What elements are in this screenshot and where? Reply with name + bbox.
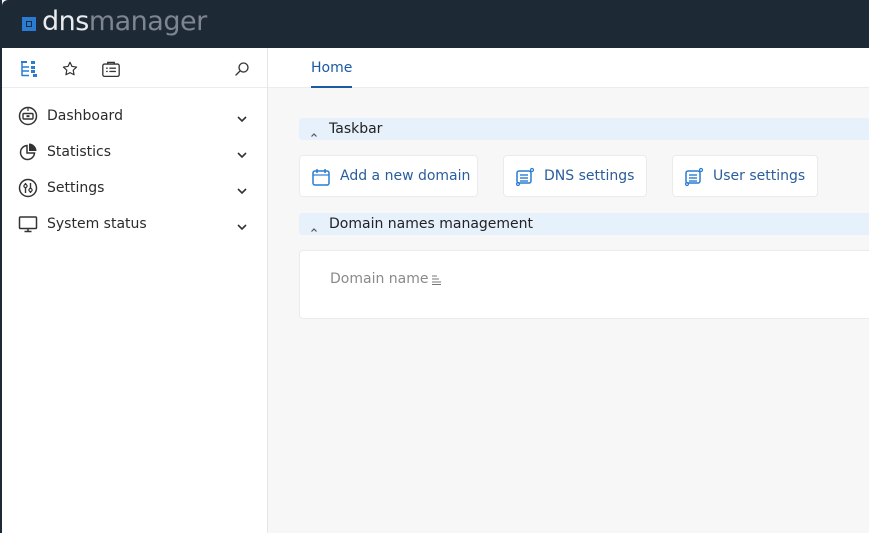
tree-icon[interactable] (19, 59, 39, 79)
chevron-down-icon[interactable] (236, 110, 248, 123)
sidebar-item-statistics[interactable]: Statistics (2, 134, 267, 170)
search-icon[interactable] (232, 59, 252, 79)
logo-text-manager: manager (88, 6, 207, 37)
chevron-down-icon[interactable] (236, 146, 248, 159)
star-icon[interactable] (60, 59, 80, 79)
dns-settings-button[interactable]: DNS settings (503, 155, 647, 197)
sidebar-item-settings[interactable]: Settings (2, 170, 267, 206)
logo[interactable]: dnsmanager (22, 6, 207, 37)
sidebar-item-label: Statistics (47, 144, 111, 160)
taskbar-section-header[interactable]: Taskbar (299, 118, 869, 140)
sort-icon[interactable] (431, 273, 442, 285)
sidebar-item-system-status[interactable]: System status (2, 206, 267, 242)
sidebar: Dashboard Statistics Settings System sta… (2, 48, 268, 533)
sidebar-item-label: Dashboard (47, 108, 123, 124)
column-header-domain-name[interactable]: Domain name (330, 271, 442, 287)
add-domain-button[interactable]: Add a new domain (299, 155, 478, 197)
tab-bar: Home (268, 48, 869, 88)
button-label: DNS settings (544, 168, 635, 184)
section-title: Taskbar (329, 121, 383, 137)
sidebar-item-label: Settings (47, 180, 105, 196)
sliders-icon (18, 178, 38, 198)
server-settings-icon (515, 167, 535, 187)
sidebar-nav: Dashboard Statistics Settings System sta… (2, 88, 267, 242)
chevron-down-icon[interactable] (236, 182, 248, 195)
domains-section-header[interactable]: Domain names management (299, 213, 869, 235)
button-label: User settings (713, 168, 806, 184)
sidebar-item-label: System status (47, 216, 147, 232)
server-settings-icon (684, 167, 704, 187)
chevron-up-icon (309, 124, 319, 137)
monitor-icon (18, 214, 38, 234)
dashboard-icon (18, 106, 38, 126)
logo-text-dns: dns (42, 6, 89, 37)
user-settings-button[interactable]: User settings (672, 155, 818, 197)
briefcase-icon[interactable] (101, 59, 121, 79)
app-window: dnsmanager Dashboard Statistics Settings… (0, 0, 869, 533)
button-label: Add a new domain (340, 168, 471, 184)
tab-home[interactable]: Home (311, 48, 353, 88)
sidebar-toolbar (2, 48, 267, 88)
pie-chart-icon (18, 142, 38, 162)
calendar-add-icon (311, 167, 331, 187)
logo-mark-icon (22, 16, 36, 31)
column-label: Domain name (330, 271, 429, 287)
sidebar-item-dashboard[interactable]: Dashboard (2, 98, 267, 134)
app-header: dnsmanager (2, 0, 869, 48)
main-content: Taskbar Add a new domain DNS settings Us… (268, 88, 869, 533)
section-title: Domain names management (329, 216, 534, 232)
chevron-up-icon (309, 219, 319, 232)
chevron-down-icon[interactable] (236, 218, 248, 231)
domains-table: Domain name (299, 250, 869, 319)
